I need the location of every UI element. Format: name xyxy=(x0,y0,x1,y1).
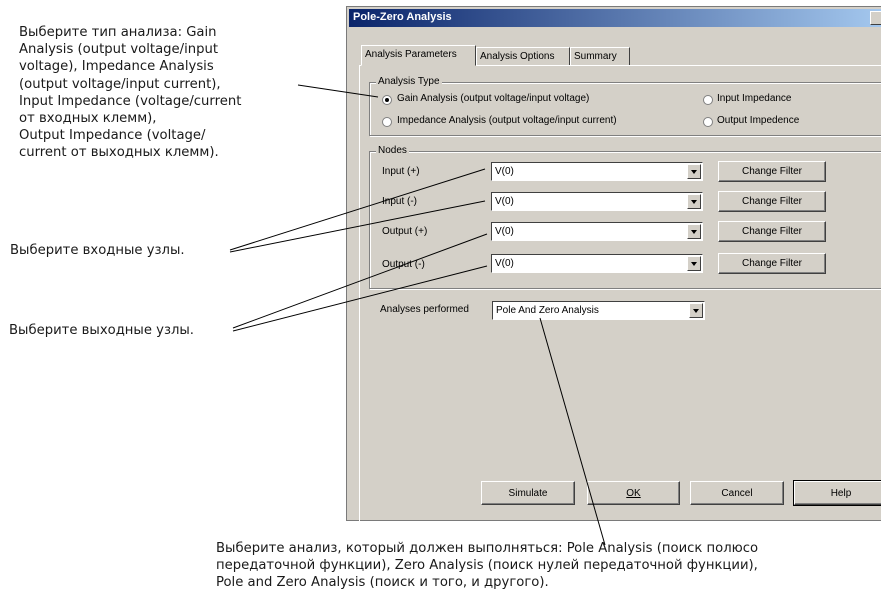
cancel-button[interactable]: Cancel xyxy=(690,481,784,505)
tab-analysis-options[interactable]: Analysis Options xyxy=(476,47,570,66)
tab-label: Analysis Options xyxy=(480,51,555,62)
button-label: Change Filter xyxy=(741,258,803,269)
annotation-line: voltage), Impedance Analysis xyxy=(19,59,214,75)
output-nodes-annotation: Выберите выходные узлы. xyxy=(9,323,194,338)
change-filter-button[interactable]: Change Filter xyxy=(718,253,826,274)
annotation-line: Выберите анализ, который должен выполнят… xyxy=(216,541,759,556)
select-value: Pole And Zero Analysis xyxy=(496,305,599,316)
node-label: Input (+) xyxy=(382,166,420,177)
change-filter-button[interactable]: Change Filter xyxy=(718,221,826,242)
help-button[interactable]: Help xyxy=(793,480,881,506)
tab-analysis-parameters[interactable]: Analysis Parameters xyxy=(361,45,476,66)
chevron-down-icon[interactable] xyxy=(689,303,703,318)
output-plus-select[interactable]: V(0) xyxy=(491,222,703,241)
annotation-line: Pole and Zero Analysis (поиск и того, и … xyxy=(216,575,549,591)
button-label: Help xyxy=(830,488,852,499)
analysis-annotation: Выберите анализ, который должен выполнят… xyxy=(216,540,758,592)
node-label: Output (-) xyxy=(382,259,425,270)
button-label: Cancel xyxy=(721,488,753,499)
select-value: V(0) xyxy=(495,226,514,237)
input-impedance-radio[interactable] xyxy=(703,95,713,105)
input-plus-select[interactable]: V(0) xyxy=(491,162,703,181)
group-label: Nodes xyxy=(376,145,409,156)
button-label: Simulate xyxy=(508,488,548,499)
button-label: Change Filter xyxy=(741,196,803,207)
chevron-down-icon[interactable] xyxy=(687,164,701,179)
pole-zero-dialog: Pole-Zero Analysis Analysis Parameters A… xyxy=(346,6,881,524)
input-impedance-label: Input Impedance xyxy=(717,93,792,104)
tab-label: Analysis Parameters xyxy=(365,49,457,60)
analyses-performed-select[interactable]: Pole And Zero Analysis xyxy=(492,301,705,320)
change-filter-button[interactable]: Change Filter xyxy=(718,161,826,182)
tab-label: Summary xyxy=(574,51,617,62)
impedance-analysis-radio[interactable] xyxy=(382,117,392,127)
output-impedence-label: Output Impedence xyxy=(717,115,800,126)
button-label: Change Filter xyxy=(741,166,803,177)
nodes-group: Nodes Input (+) V(0) Change Filter Input… xyxy=(369,145,881,289)
change-filter-button[interactable]: Change Filter xyxy=(718,191,826,212)
chevron-down-icon[interactable] xyxy=(687,224,701,239)
annotation-line: Выберите тип анализа: Gain xyxy=(19,25,217,40)
analysis-type-annotation: Выберите тип анализа: Gain Analysis (out… xyxy=(19,24,241,162)
close-button[interactable] xyxy=(870,11,881,25)
annotation-line: передаточной функции), Zero Analysis (по… xyxy=(216,558,758,574)
select-value: V(0) xyxy=(495,258,514,269)
node-label: Input (-) xyxy=(382,196,418,207)
chevron-down-icon[interactable] xyxy=(687,194,701,209)
annotation-line: от входных клемм), xyxy=(19,111,157,127)
output-minus-select[interactable]: V(0) xyxy=(491,254,703,273)
gain-analysis-radio[interactable] xyxy=(382,95,392,105)
button-label: OK xyxy=(626,488,641,499)
select-value: V(0) xyxy=(495,196,514,207)
impedance-analysis-label: Impedance Analysis (output voltage/input… xyxy=(397,115,617,126)
group-label: Analysis Type xyxy=(376,76,442,87)
input-nodes-annotation: Выберите входные узлы. xyxy=(10,243,185,258)
annotation-line: (output voltage/input current), xyxy=(19,76,221,92)
tab-summary[interactable]: Summary xyxy=(570,47,630,66)
annotation-line: current от выходных клемм). xyxy=(19,145,219,161)
simulate-button[interactable]: Simulate xyxy=(481,481,575,505)
select-value: V(0) xyxy=(495,166,514,177)
button-label: Change Filter xyxy=(741,226,803,237)
annotation-line: Input Impedance (voltage/current xyxy=(19,93,242,109)
input-minus-select[interactable]: V(0) xyxy=(491,192,703,211)
analysis-type-group: Analysis Type Gain Analysis (output volt… xyxy=(369,76,881,136)
annotation-line: Analysis (output voltage/input xyxy=(19,42,218,58)
chevron-down-icon[interactable] xyxy=(687,256,701,271)
output-impedence-radio[interactable] xyxy=(703,117,713,127)
node-label: Output (+) xyxy=(382,226,428,237)
annotation-line: Output Impedance (voltage/ xyxy=(19,128,206,144)
ok-button[interactable]: OK xyxy=(587,481,680,505)
analyses-performed-label: Analyses performed xyxy=(380,304,469,315)
title-bar: Pole-Zero Analysis xyxy=(349,9,881,27)
dialog-title: Pole-Zero Analysis xyxy=(353,11,452,23)
gain-analysis-label: Gain Analysis (output voltage/input volt… xyxy=(397,93,590,104)
